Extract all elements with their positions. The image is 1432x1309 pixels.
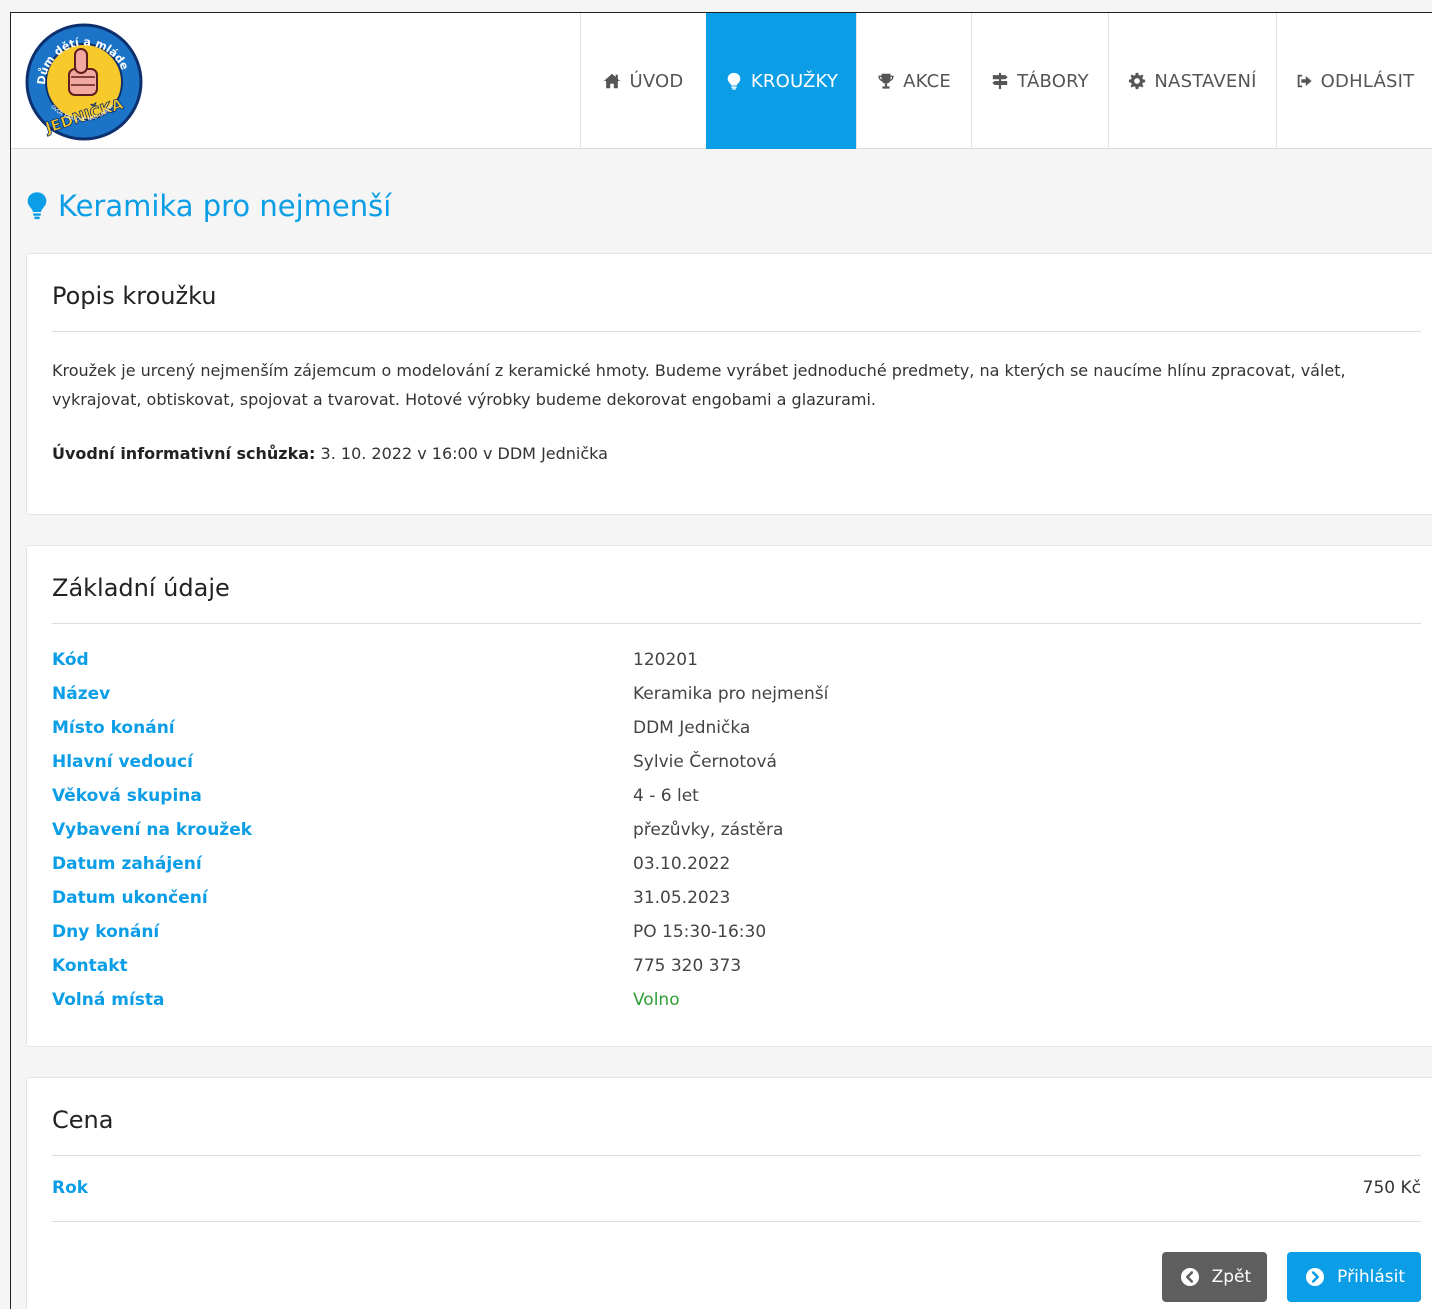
- info-row-days: Dny konání PO 15:30-16:30: [52, 922, 1421, 956]
- basic-info-panel: Základní údaje Kód 120201 Název Keramika p…: [26, 545, 1432, 1047]
- nav-item-label: KROUŽKY: [750, 70, 839, 92]
- meeting-label: Úvodní informativní schůzka:: [52, 444, 316, 463]
- price-row: Rok 750 Kč: [52, 1178, 1421, 1198]
- info-value: PO 15:30-16:30: [633, 922, 767, 942]
- price-panel: Cena Rok 750 Kč Zpět Přihlásit: [26, 1077, 1432, 1309]
- signup-button[interactable]: Přihlásit: [1287, 1252, 1421, 1302]
- description-panel: Popis kroužku Kroužek je urcený nejmenší…: [26, 253, 1432, 515]
- chevron-right-circle-icon: [1305, 1267, 1325, 1287]
- info-row-age-group: Věková skupina 4 - 6 let: [52, 786, 1421, 820]
- info-key: Datum ukončení: [52, 888, 208, 908]
- logo[interactable]: Dům dětí a mládeže JEDNIČKA DVŮR KRÁLOVÉ…: [21, 13, 143, 141]
- info-value: 4 - 6 let: [633, 786, 699, 806]
- nav-item-label: TÁBORY: [1017, 70, 1089, 92]
- info-value: přezůvky, zástěra: [633, 820, 784, 840]
- nav-item-label: NASTAVENÍ: [1154, 70, 1257, 92]
- info-row-location: Místo konání DDM Jednička: [52, 718, 1421, 752]
- divider: [52, 331, 1421, 332]
- meeting-value: 3. 10. 2022 v 16:00 v DDM Jednička: [315, 444, 608, 463]
- price-key: Rok: [52, 1178, 89, 1198]
- info-list: Kód 120201 Název Keramika pro nejmenší Mís…: [52, 650, 1421, 1024]
- info-row-name: Název Keramika pro nejmenší: [52, 684, 1421, 718]
- nav-item-nastaveni[interactable]: NASTAVENÍ: [1108, 13, 1276, 149]
- page-title-text: Keramika pro nejmenší: [58, 189, 392, 223]
- description-text: Kroužek je urcený nejmenším zájemcum o m…: [52, 361, 1346, 409]
- nav-item-label: ÚVOD: [629, 70, 684, 92]
- availability-status: Volno: [633, 990, 680, 1010]
- info-key: Hlavní vedoucí: [52, 752, 193, 772]
- info-value: 120201: [633, 650, 698, 670]
- lightbulb-icon: [26, 191, 48, 221]
- nav-item-label: AKCE: [903, 70, 951, 92]
- info-row-end-date: Datum ukončení 31.05.2023: [52, 888, 1421, 922]
- price-value: 750 Kč: [1362, 1178, 1421, 1198]
- signpost-icon: [991, 72, 1009, 90]
- info-key: Kód: [52, 650, 89, 670]
- gear-icon: [1128, 72, 1146, 90]
- info-key: Kontakt: [52, 956, 128, 976]
- info-row-availability: Volná místa Volno: [52, 990, 1421, 1024]
- info-value: 31.05.2023: [633, 888, 731, 908]
- info-key: Název: [52, 684, 111, 704]
- info-value: Keramika pro nejmenší: [633, 684, 829, 704]
- info-value: 775 320 373: [633, 956, 742, 976]
- info-key: Vybavení na kroužek: [52, 820, 253, 840]
- info-value: 03.10.2022: [633, 854, 731, 874]
- nav-item-uvod[interactable]: ÚVOD: [580, 13, 706, 149]
- action-buttons: Zpět Přihlásit: [1161, 1252, 1421, 1302]
- basic-info-heading: Základní údaje: [52, 574, 230, 602]
- divider: [52, 1221, 1421, 1222]
- info-row-code: Kód 120201: [52, 650, 1421, 684]
- info-row-start-date: Datum zahájení 03.10.2022: [52, 854, 1421, 888]
- info-value: DDM Jednička: [633, 718, 751, 738]
- chevron-left-circle-icon: [1180, 1267, 1200, 1287]
- signup-button-label: Přihlásit: [1337, 1267, 1405, 1287]
- trophy-icon: [877, 72, 895, 90]
- page-title: Keramika pro nejmenší: [26, 189, 391, 223]
- info-key: Dny konání: [52, 922, 160, 942]
- price-heading: Cena: [52, 1106, 114, 1134]
- meeting-info: Úvodní informativní schůzka: 3. 10. 2022…: [52, 444, 608, 463]
- nav-item-akce[interactable]: AKCE: [856, 13, 971, 149]
- nav-item-krouzky[interactable]: KROUŽKY: [706, 13, 856, 149]
- info-key: Volná místa: [52, 990, 165, 1010]
- nav-item-tabory[interactable]: TÁBORY: [971, 13, 1108, 149]
- divider: [52, 623, 1421, 624]
- description-heading: Popis kroužku: [52, 282, 217, 310]
- info-key: Místo konání: [52, 718, 175, 738]
- app-window: Dům dětí a mládeže JEDNIČKA DVŮR KRÁLOVÉ…: [10, 12, 1432, 1309]
- lightbulb-icon: [725, 72, 743, 90]
- nav-item-label: ODHLÁSIT: [1320, 70, 1415, 92]
- info-row-leader: Hlavní vedoucí Sylvie Černotová: [52, 752, 1421, 786]
- info-value: Sylvie Černotová: [633, 752, 777, 772]
- home-icon: [603, 72, 621, 90]
- info-row-contact: Kontakt 775 320 373: [52, 956, 1421, 990]
- back-button[interactable]: Zpět: [1161, 1252, 1268, 1302]
- info-key: Věková skupina: [52, 786, 202, 806]
- divider: [52, 1155, 1421, 1156]
- info-key: Datum zahájení: [52, 854, 202, 874]
- back-button-label: Zpět: [1211, 1267, 1252, 1287]
- main-nav: ÚVOD KROUŽKY AKCE TÁBORY NASTAVENÍ ODHLÁ…: [580, 13, 1432, 149]
- header: Dům dětí a mládeže JEDNIČKA DVŮR KRÁLOVÉ…: [11, 13, 1432, 149]
- logout-icon: [1295, 72, 1313, 90]
- nav-item-odhlasit[interactable]: ODHLÁSIT: [1276, 13, 1432, 149]
- info-row-equipment: Vybavení na kroužek přezůvky, zástěra: [52, 820, 1421, 854]
